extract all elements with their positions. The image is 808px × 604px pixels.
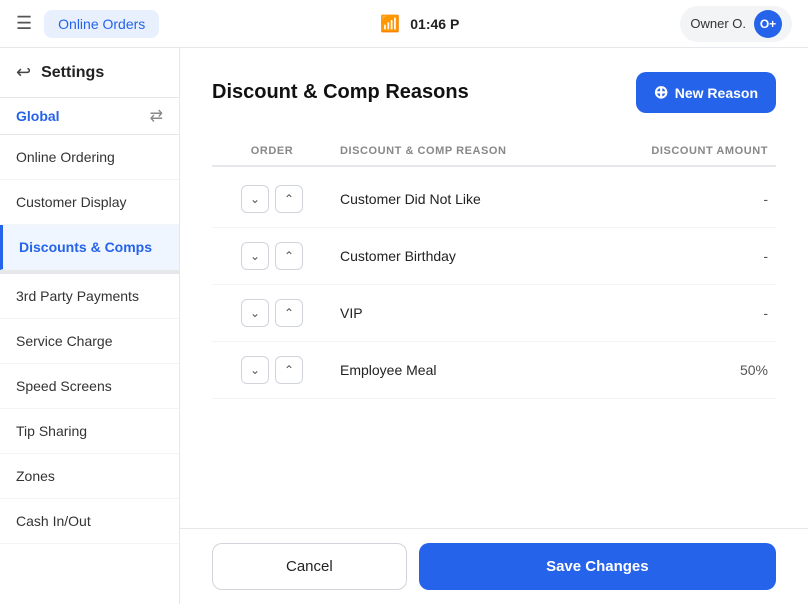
order-down-btn-3[interactable]: ⌄ (241, 299, 269, 327)
reason-name-1: Customer Did Not Like (332, 191, 616, 207)
sidebar-item-cash-in-out[interactable]: Cash In/Out (0, 499, 179, 544)
sidebar-nav: Online Ordering Customer Display Discoun… (0, 135, 179, 604)
order-up-btn-1[interactable]: ⌃ (275, 185, 303, 213)
tab-global[interactable]: Global (16, 108, 60, 124)
topbar: ☰ Online Orders 📶 01:46 P Owner O. O+ (0, 0, 808, 48)
discount-amount-4: 50% (616, 362, 776, 378)
sidebar-item-customer-display[interactable]: Customer Display (0, 180, 179, 225)
content-inner: Discount & Comp Reasons ⊕ New Reason ORD… (180, 48, 808, 528)
table-row: ⌄ ⌃ Customer Did Not Like - (212, 171, 776, 228)
sidebar-item-3rd-party-payments[interactable]: 3rd Party Payments (0, 274, 179, 319)
sidebar: ↩ Settings Global ⇄ Online Ordering Cust… (0, 48, 180, 604)
back-icon[interactable]: ↩ (16, 62, 31, 83)
order-controls-2: ⌄ ⌃ (212, 242, 332, 270)
reason-name-3: VIP (332, 305, 616, 321)
table-header: ORDER DISCOUNT & COMP REASON DISCOUNT AM… (212, 137, 776, 167)
table-row: ⌄ ⌃ Customer Birthday - (212, 228, 776, 285)
new-reason-label: New Reason (675, 85, 758, 101)
topbar-left: ☰ Online Orders (16, 10, 159, 38)
order-up-btn-4[interactable]: ⌃ (275, 356, 303, 384)
reason-name-4: Employee Meal (332, 362, 616, 378)
main-layout: ↩ Settings Global ⇄ Online Ordering Cust… (0, 48, 808, 604)
topbar-time: 01:46 P (410, 16, 459, 32)
topbar-right: Owner O. O+ (680, 6, 792, 42)
col-reason-header: DISCOUNT & COMP REASON (332, 145, 616, 157)
online-orders-button[interactable]: Online Orders (44, 10, 159, 38)
page-title: Discount & Comp Reasons (212, 81, 469, 104)
topbar-center: 📶 01:46 P (380, 14, 459, 34)
cancel-button[interactable]: Cancel (212, 543, 407, 590)
sidebar-item-online-ordering[interactable]: Online Ordering (0, 135, 179, 180)
order-controls-1: ⌄ ⌃ (212, 185, 332, 213)
discount-amount-3: - (616, 305, 776, 321)
order-controls-4: ⌄ ⌃ (212, 356, 332, 384)
save-changes-button[interactable]: Save Changes (419, 543, 776, 590)
hamburger-icon[interactable]: ☰ (16, 13, 32, 34)
sidebar-item-speed-screens[interactable]: Speed Screens (0, 364, 179, 409)
content-area: Discount & Comp Reasons ⊕ New Reason ORD… (180, 48, 808, 604)
owner-avatar: O+ (754, 10, 782, 38)
order-up-btn-2[interactable]: ⌃ (275, 242, 303, 270)
new-reason-button[interactable]: ⊕ New Reason (636, 72, 776, 113)
sidebar-tabs: Global ⇄ (0, 98, 179, 135)
discount-amount-2: - (616, 248, 776, 264)
order-down-btn-2[interactable]: ⌄ (241, 242, 269, 270)
col-amount-header: DISCOUNT AMOUNT (616, 145, 776, 157)
table-row: ⌄ ⌃ VIP - (212, 285, 776, 342)
order-down-btn-1[interactable]: ⌄ (241, 185, 269, 213)
sidebar-item-zones[interactable]: Zones (0, 454, 179, 499)
sidebar-item-discounts-comps[interactable]: Discounts & Comps (0, 225, 179, 270)
owner-name: Owner O. (690, 16, 746, 31)
shuffle-icon[interactable]: ⇄ (150, 106, 163, 126)
table-row: ⌄ ⌃ Employee Meal 50% (212, 342, 776, 399)
col-order-header: ORDER (212, 145, 332, 157)
content-header: Discount & Comp Reasons ⊕ New Reason (212, 72, 776, 113)
sidebar-title: Settings (41, 64, 104, 82)
reason-name-2: Customer Birthday (332, 248, 616, 264)
plus-circle-icon: ⊕ (654, 82, 669, 103)
sidebar-item-service-charge[interactable]: Service Charge (0, 319, 179, 364)
sidebar-header: ↩ Settings (0, 48, 179, 98)
wifi-icon: 📶 (380, 14, 400, 34)
order-controls-3: ⌄ ⌃ (212, 299, 332, 327)
owner-badge[interactable]: Owner O. O+ (680, 6, 792, 42)
order-up-btn-3[interactable]: ⌃ (275, 299, 303, 327)
order-down-btn-4[interactable]: ⌄ (241, 356, 269, 384)
discount-amount-1: - (616, 191, 776, 207)
sidebar-item-tip-sharing[interactable]: Tip Sharing (0, 409, 179, 454)
content-footer: Cancel Save Changes (180, 528, 808, 604)
